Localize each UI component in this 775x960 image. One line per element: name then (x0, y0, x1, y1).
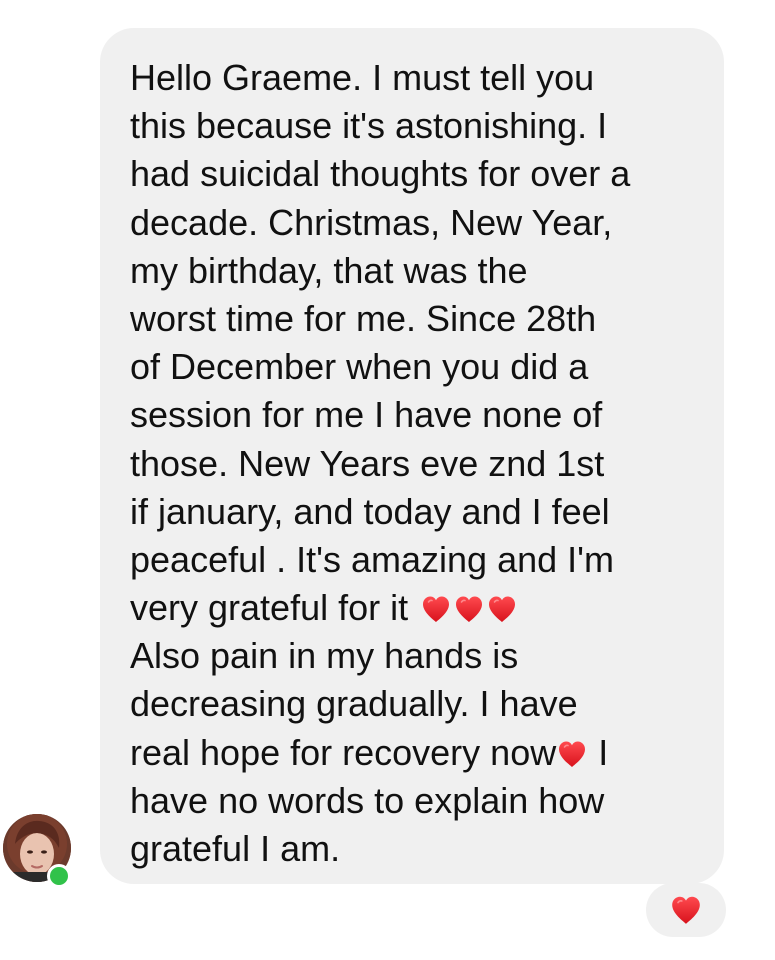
message-line: peaceful . It's amazing and I'm (130, 538, 614, 580)
message-line: Also pain in my hands is (130, 635, 519, 677)
heart-emoji-icon (420, 593, 452, 625)
message-line: those. New Years eve znd 1st (130, 442, 605, 484)
message-line: my birthday, that was the (130, 249, 528, 291)
message-line: of December when you did a (130, 346, 589, 388)
message-line: Hello Graeme. I must tell you (130, 57, 595, 98)
online-status-dot (47, 864, 71, 888)
message-line: have no words to explain how (130, 779, 605, 821)
heart-icon (669, 893, 703, 927)
heart-reaction[interactable] (646, 883, 726, 937)
message-bubble[interactable]: Hello Graeme. I must tell you this becau… (100, 28, 724, 884)
message-text: real hope for recovery now (130, 731, 557, 773)
message-line: if january, and today and I feel (130, 490, 610, 532)
message-line: had suicidal thoughts for over a (130, 153, 631, 195)
message-text: very grateful for it (130, 587, 419, 629)
message-line: session for me I have none of (130, 394, 603, 436)
message-line: grateful I am. (130, 828, 341, 869)
message-line: very grateful for it (130, 584, 704, 632)
message-line: decreasing gradually. I have (130, 683, 578, 725)
heart-emoji-icon (556, 738, 588, 770)
message-text: I (588, 731, 609, 773)
message-line: real hope for recovery now I (130, 729, 704, 777)
heart-emoji-icon (486, 593, 518, 625)
message-line: worst time for me. Since 28th (130, 297, 597, 339)
message-line: decade. Christmas, New Year, (130, 201, 613, 243)
message-line: this because it's astonishing. I (130, 105, 608, 147)
heart-emoji-icon (453, 593, 485, 625)
